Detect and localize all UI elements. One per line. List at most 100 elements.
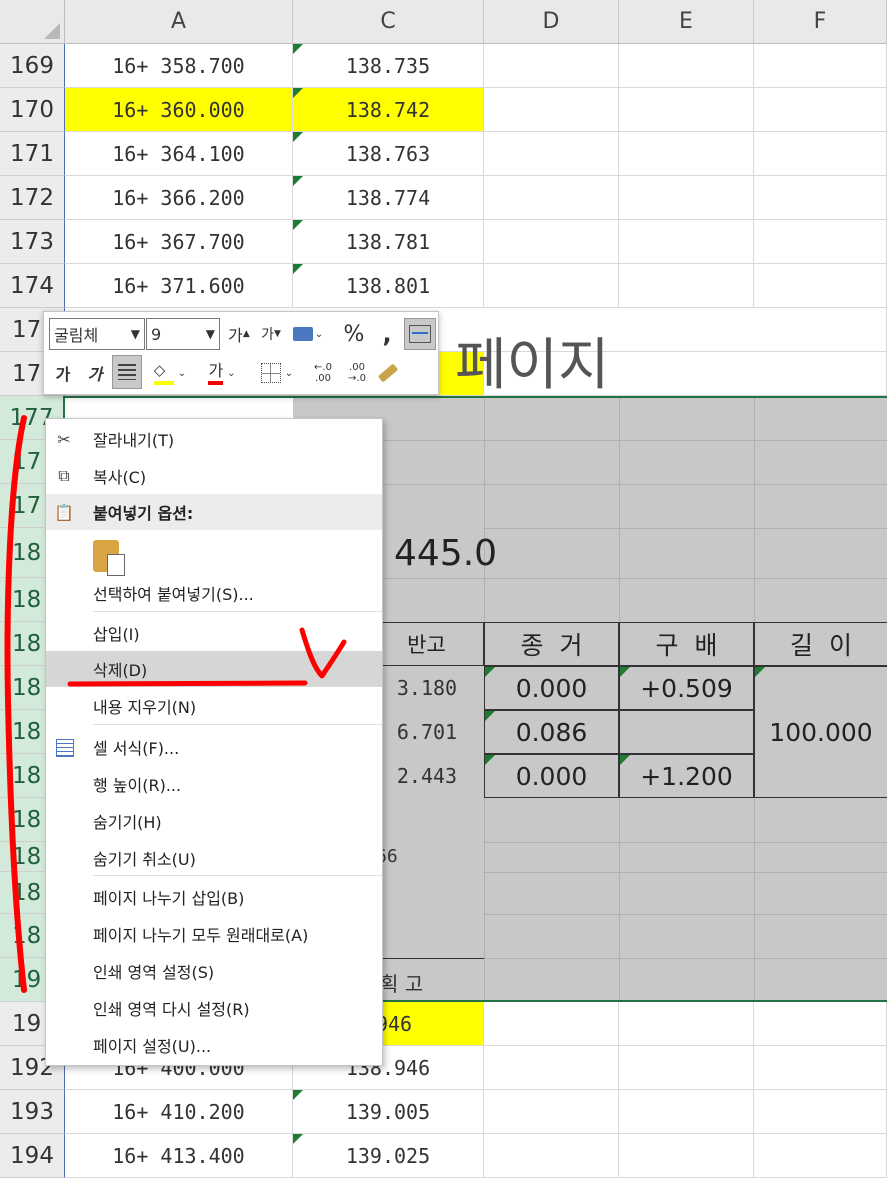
paste-option-button[interactable] bbox=[46, 531, 382, 581]
menu-item-copy[interactable]: ⧉ 복사(C) bbox=[46, 458, 382, 494]
italic-button[interactable]: 가 bbox=[82, 358, 108, 388]
cell-empty[interactable] bbox=[619, 44, 754, 88]
cell-empty[interactable] bbox=[754, 1046, 887, 1090]
accounting-format-button[interactable]: ⌄ bbox=[289, 320, 327, 348]
increase-decimal-button[interactable]: ←.0 .00 bbox=[308, 358, 338, 388]
font-color-button[interactable]: 가 ⌄ bbox=[200, 358, 244, 388]
table-header-c[interactable]: 반고 bbox=[370, 622, 484, 666]
row-header[interactable]: 169 bbox=[0, 44, 65, 88]
cell-empty[interactable] bbox=[754, 1090, 887, 1134]
table-e183[interactable]: +0.509 bbox=[619, 666, 754, 710]
cell-c170[interactable]: 138.742 bbox=[293, 88, 484, 132]
cell-empty[interactable] bbox=[484, 176, 619, 220]
table-e184[interactable] bbox=[619, 710, 754, 754]
format-painter-button[interactable] bbox=[374, 358, 402, 388]
cell-empty[interactable] bbox=[754, 88, 887, 132]
menu-item-reset-page-breaks[interactable]: 페이지 나누기 모두 원래대로(A) bbox=[46, 916, 382, 952]
menu-item-cut[interactable]: ✂ 잘라내기(T) bbox=[46, 421, 382, 457]
cell-c171[interactable]: 138.763 bbox=[293, 132, 484, 176]
grow-font-button[interactable]: 가 ▲ bbox=[226, 320, 252, 348]
menu-item-reset-print-area[interactable]: 인쇄 영역 다시 설정(R) bbox=[46, 990, 382, 1026]
row-header[interactable]: 171 bbox=[0, 132, 65, 176]
cell-a171[interactable]: 16+ 364.100 bbox=[65, 132, 293, 176]
cell-empty[interactable] bbox=[754, 264, 887, 308]
cell-a169[interactable]: 16+ 358.700 bbox=[65, 44, 293, 88]
cell-empty[interactable] bbox=[484, 132, 619, 176]
cell-c194[interactable]: 139.025 bbox=[293, 1134, 484, 1178]
cell-empty[interactable] bbox=[754, 132, 887, 176]
cell-empty[interactable] bbox=[484, 220, 619, 264]
menu-item-row-height[interactable]: 행 높이(R)... bbox=[46, 766, 382, 802]
menu-item-unhide[interactable]: 숨기기 취소(U) bbox=[46, 840, 382, 876]
table-c184[interactable]: 6.701 bbox=[370, 710, 484, 754]
table-d183[interactable]: 0.000 bbox=[484, 666, 619, 710]
cell-empty[interactable] bbox=[754, 1002, 887, 1046]
cell-empty[interactable] bbox=[619, 220, 754, 264]
comma-style-button[interactable]: , bbox=[374, 320, 400, 348]
table-d184[interactable]: 0.086 bbox=[484, 710, 619, 754]
table-header-e[interactable]: 구 배 bbox=[619, 622, 754, 666]
cell-empty[interactable] bbox=[619, 176, 754, 220]
table-header-d[interactable]: 종 거 bbox=[484, 622, 619, 666]
cell-empty[interactable] bbox=[484, 88, 619, 132]
font-name-dropdown[interactable]: 굴림체 ▼ bbox=[49, 318, 145, 350]
row-header[interactable]: 172 bbox=[0, 176, 65, 220]
cell-a172[interactable]: 16+ 366.200 bbox=[65, 176, 293, 220]
menu-item-clear-contents[interactable]: 내용 지우기(N) bbox=[46, 688, 382, 724]
column-header-d[interactable]: D bbox=[484, 0, 619, 44]
fill-color-button[interactable]: ◇ ⌄ bbox=[148, 358, 192, 388]
font-size-dropdown[interactable]: 9 ▼ bbox=[146, 318, 220, 350]
table-header-f[interactable]: 길 이 bbox=[754, 622, 887, 666]
cell-empty[interactable] bbox=[754, 220, 887, 264]
cell-a173[interactable]: 16+ 367.700 bbox=[65, 220, 293, 264]
shrink-font-button[interactable]: 가 ▼ bbox=[258, 320, 284, 348]
menu-item-insert[interactable]: 삽입(I) bbox=[46, 615, 382, 651]
table-c185[interactable]: 2.443 bbox=[370, 754, 484, 798]
cell-a194[interactable]: 16+ 413.400 bbox=[65, 1134, 293, 1178]
cell-c174[interactable]: 138.801 bbox=[293, 264, 484, 308]
bold-button[interactable]: 가 bbox=[50, 358, 76, 388]
cell-a174[interactable]: 16+ 371.600 bbox=[65, 264, 293, 308]
select-all-corner[interactable] bbox=[0, 0, 65, 44]
menu-item-set-print-area[interactable]: 인쇄 영역 설정(S) bbox=[46, 953, 382, 989]
cell-empty[interactable] bbox=[484, 1090, 619, 1134]
cell-empty[interactable] bbox=[619, 132, 754, 176]
table-f-merged[interactable]: 100.000 bbox=[754, 666, 887, 798]
cell-empty[interactable] bbox=[619, 1134, 754, 1178]
row-header[interactable]: 170 bbox=[0, 88, 65, 132]
cell-empty[interactable] bbox=[619, 1002, 754, 1046]
menu-item-delete[interactable]: 삭제(D) bbox=[46, 651, 382, 687]
cell-empty[interactable] bbox=[754, 1134, 887, 1178]
row-header[interactable]: 193 bbox=[0, 1090, 65, 1134]
cell-empty[interactable] bbox=[754, 176, 887, 220]
cell-c169[interactable]: 138.735 bbox=[293, 44, 484, 88]
column-header-a[interactable]: A bbox=[65, 0, 293, 44]
cell-empty[interactable] bbox=[619, 1090, 754, 1134]
row-header[interactable]: 174 bbox=[0, 264, 65, 308]
decrease-decimal-button[interactable]: .00 →.0 bbox=[342, 358, 372, 388]
align-center-button[interactable] bbox=[112, 355, 142, 389]
cell-empty[interactable] bbox=[484, 1046, 619, 1090]
borders-button[interactable]: ⌄ bbox=[254, 358, 300, 388]
cell-c173[interactable]: 138.781 bbox=[293, 220, 484, 264]
cell-empty[interactable] bbox=[484, 44, 619, 88]
cell-empty[interactable] bbox=[619, 88, 754, 132]
menu-item-format-cells[interactable]: 셀 서식(F)... bbox=[46, 729, 382, 765]
column-header-c[interactable]: C bbox=[293, 0, 484, 44]
merge-center-button[interactable] bbox=[404, 318, 436, 350]
table-c183[interactable]: 3.180 bbox=[370, 666, 484, 710]
cell-a170[interactable]: 16+ 360.000 bbox=[65, 88, 293, 132]
cell-empty[interactable] bbox=[484, 1002, 619, 1046]
row-header[interactable]: 173 bbox=[0, 220, 65, 264]
menu-item-insert-page-break[interactable]: 페이지 나누기 삽입(B) bbox=[46, 879, 382, 915]
row-header[interactable]: 194 bbox=[0, 1134, 65, 1178]
cell-empty[interactable] bbox=[484, 264, 619, 308]
menu-item-hide[interactable]: 숨기기(H) bbox=[46, 803, 382, 839]
column-header-f[interactable]: F bbox=[754, 0, 887, 44]
percent-style-button[interactable]: % bbox=[340, 320, 368, 348]
table-d185[interactable]: 0.000 bbox=[484, 754, 619, 798]
cell-c193[interactable]: 139.005 bbox=[293, 1090, 484, 1134]
menu-item-paste-special[interactable]: 선택하여 붙여넣기(S)... bbox=[46, 575, 382, 611]
cell-empty[interactable] bbox=[619, 1046, 754, 1090]
cell-c172[interactable]: 138.774 bbox=[293, 176, 484, 220]
